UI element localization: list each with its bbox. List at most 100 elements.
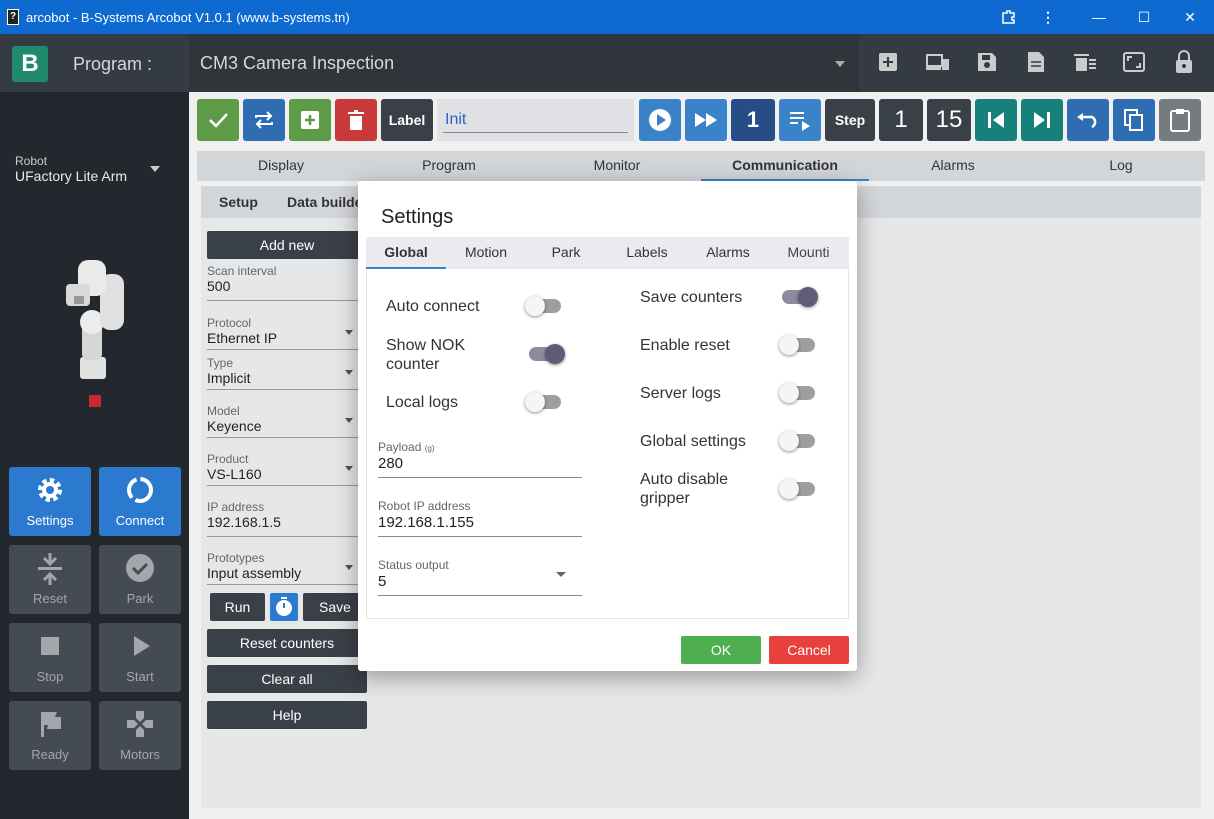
add-program-icon[interactable] (878, 52, 898, 77)
park-button[interactable]: Park (99, 545, 181, 614)
paste-button[interactable] (1159, 99, 1201, 141)
robot-select[interactable]: Robot UFactory Lite Arm (15, 154, 175, 188)
close-window-button[interactable]: ✕ (1167, 0, 1213, 34)
payload-field[interactable]: Payload (g) 280 (378, 440, 582, 478)
save-counters-switch[interactable] (782, 287, 818, 307)
protocol-select[interactable]: Protocol Ethernet IP (207, 317, 359, 350)
motors-button[interactable]: Motors (99, 701, 181, 770)
last-step-button[interactable] (1021, 99, 1063, 141)
auto-disable-gripper-label: Auto disable gripper (640, 471, 729, 507)
connect-button[interactable]: Connect (99, 467, 181, 536)
maximize-button[interactable]: ☐ (1121, 0, 1167, 34)
devices-icon[interactable] (926, 53, 950, 76)
start-button[interactable]: Start (99, 623, 181, 692)
label-input[interactable]: Init (437, 99, 634, 141)
server-logs-label: Server logs (640, 385, 721, 402)
prototypes-select[interactable]: Prototypes Input assembly (207, 552, 359, 585)
cycle-count-button[interactable]: 1 (731, 99, 775, 141)
tab-mounting[interactable]: Mounti (768, 237, 849, 269)
help-button[interactable]: Help (207, 701, 367, 729)
tab-program[interactable]: Program (365, 151, 533, 181)
chevron-down-icon (345, 466, 353, 471)
save-icon[interactable] (977, 52, 997, 77)
settings-button[interactable]: Settings (9, 467, 91, 536)
playlist-button[interactable] (779, 99, 821, 141)
model-value: Keyence (207, 418, 262, 434)
scan-interval-value: 500 (207, 278, 231, 294)
global-settings-switch[interactable] (779, 431, 815, 451)
lock-icon[interactable] (1175, 50, 1193, 79)
type-select[interactable]: Type Implicit (207, 357, 359, 390)
reset-button[interactable]: Reset (9, 545, 91, 614)
stop-icon (41, 637, 59, 655)
reset-icon (38, 553, 62, 585)
repeat-icon (255, 111, 273, 129)
robot-ip-label: Robot IP address (378, 499, 471, 513)
cancel-button[interactable]: Cancel (769, 636, 849, 664)
show-nok-counter-switch[interactable] (529, 344, 565, 364)
auto-disable-gripper-switch[interactable] (779, 479, 815, 499)
repeat-button[interactable] (243, 99, 285, 141)
tab-communication[interactable]: Communication (701, 151, 869, 181)
enable-reset-label: Enable reset (640, 337, 730, 354)
undo-button[interactable] (1067, 99, 1109, 141)
copy-button[interactable] (1113, 99, 1155, 141)
run-program-button[interactable] (639, 99, 681, 141)
product-label: Product (207, 452, 249, 466)
step-value: 1 (879, 99, 923, 141)
tab-park[interactable]: Park (526, 237, 606, 269)
tab-labels[interactable]: Labels (606, 237, 688, 269)
scan-interval-label: Scan interval (207, 264, 277, 278)
step-button[interactable]: Step (825, 99, 875, 141)
protocol-value: Ethernet IP (207, 330, 278, 346)
chevron-down-icon (835, 61, 845, 67)
status-output-select[interactable]: Status output 5 (378, 558, 582, 596)
tab-log[interactable]: Log (1037, 151, 1205, 181)
product-select[interactable]: Product VS-L160 (207, 453, 359, 486)
tab-alarms[interactable]: Alarms (869, 151, 1037, 181)
tab-motion[interactable]: Motion (446, 237, 526, 269)
model-select[interactable]: Model Keyence (207, 405, 359, 438)
label-button[interactable]: Label (381, 99, 433, 141)
validate-button[interactable] (197, 99, 239, 141)
more-options-icon[interactable]: ⋮ (1025, 0, 1071, 34)
delete-list-icon[interactable] (1074, 52, 1096, 77)
server-logs-switch[interactable] (779, 383, 815, 403)
run-button[interactable]: Run (210, 593, 265, 621)
enable-reset-switch[interactable] (779, 335, 815, 355)
minimize-button[interactable]: — (1076, 0, 1122, 34)
ok-button[interactable]: OK (681, 636, 761, 664)
timer-button[interactable] (270, 593, 298, 621)
program-select[interactable]: CM3 Camera Inspection (189, 34, 859, 92)
settings-label: Settings (26, 513, 74, 528)
tab-global[interactable]: Global (366, 237, 446, 269)
motors-icon (127, 711, 153, 737)
tab-display[interactable]: Display (197, 151, 365, 181)
tab-setup[interactable]: Setup (219, 194, 258, 210)
add-new-button[interactable]: Add new (207, 231, 367, 259)
scan-interval-field[interactable]: Scan interval 500 (207, 265, 359, 301)
dialog-title: Settings (381, 206, 454, 228)
clear-all-button[interactable]: Clear all (207, 665, 367, 693)
document-icon[interactable] (1027, 51, 1045, 78)
stop-button[interactable]: Stop (9, 623, 91, 692)
first-step-button[interactable] (975, 99, 1017, 141)
robot-ip-field[interactable]: Robot IP address 192.168.1.155 (378, 499, 582, 537)
auto-connect-label: Auto connect (386, 298, 480, 315)
auto-connect-switch[interactable] (525, 296, 561, 316)
ip-address-label: IP address (207, 500, 265, 514)
app-icon: ? (7, 9, 19, 25)
tab-data-builder[interactable]: Data builde (287, 194, 362, 210)
delete-step-button[interactable] (335, 99, 377, 141)
ready-button[interactable]: Ready (9, 701, 91, 770)
fullscreen-icon[interactable] (1123, 52, 1145, 77)
reset-counters-button[interactable]: Reset counters (207, 629, 367, 657)
tab-monitor[interactable]: Monitor (533, 151, 701, 181)
tab-alarms-settings[interactable]: Alarms (688, 237, 768, 269)
add-step-button[interactable] (289, 99, 331, 141)
local-logs-switch[interactable] (525, 392, 561, 412)
fast-forward-button[interactable] (685, 99, 727, 141)
timer-icon (276, 597, 292, 616)
ip-address-field[interactable]: IP address 192.168.1.5 (207, 501, 359, 537)
save-counters-label: Save counters (640, 289, 743, 306)
